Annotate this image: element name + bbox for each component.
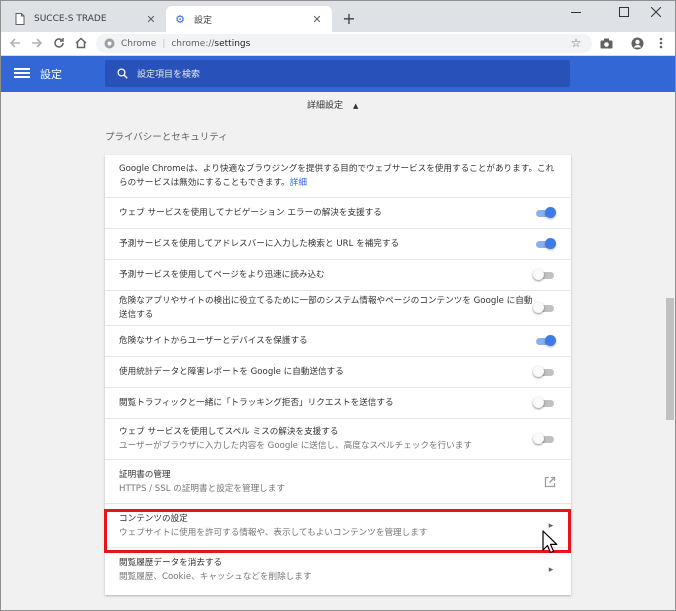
setting-description: ウェブサイトに使用を許可する情報や、表示してもよいコンテンツを管理します — [119, 527, 428, 538]
search-placeholder: 設定項目を検索 — [137, 70, 201, 80]
account-icon[interactable] — [628, 34, 646, 52]
url-text: chrome://settings — [171, 39, 250, 49]
page-title: 設定 — [40, 68, 62, 81]
toggle-switch[interactable] — [533, 301, 557, 315]
setting-label-block: ウェブ サービスを使用してスペル ミスの解決を支援する ユーザーがブラウザに入力… — [119, 425, 533, 453]
toggle-switch[interactable] — [533, 206, 557, 220]
intro-text: Google Chromeは、より快適なブラウジングを提供する目的でウェブサービ… — [119, 164, 555, 188]
toggle-switch[interactable] — [533, 237, 557, 251]
toggle-switch[interactable] — [533, 396, 557, 410]
home-icon[interactable] — [72, 34, 90, 52]
setting-row-usage-stats[interactable]: 使用統計データと障害レポートを Google に自動送信する — [105, 356, 571, 387]
back-arrow-icon[interactable] — [6, 34, 24, 52]
setting-row-spelling[interactable]: ウェブ サービスを使用してスペル ミスの解決を支援する ユーザーがブラウザに入力… — [105, 418, 571, 459]
setting-row-preload-pages[interactable]: 予測サービスを使用してページをより迅速に読み込む — [105, 259, 571, 290]
setting-label: 危険なアプリやサイトの検出に役立てるために一部のシステム情報やページのコンテンツ… — [119, 296, 533, 320]
setting-label: 使用統計データと障害レポートを Google に自動送信する — [119, 367, 344, 377]
window-close-button[interactable] — [636, 0, 676, 24]
setting-label: コンテンツの設定 — [119, 513, 188, 524]
tab-title: SUCCE-S TRADE — [34, 14, 107, 24]
url-path: settings — [214, 38, 251, 49]
setting-label-block: 証明書の管理 HTTPS / SSL の証明書と設定を管理します — [119, 468, 543, 496]
settings-content: 詳細設定 ▲ プライバシーとセキュリティ Google Chromeは、より快適な… — [0, 92, 662, 611]
setting-label: 閲覧履歴データを消去する — [119, 557, 223, 568]
setting-row-extended-reporting[interactable]: 危険なアプリやサイトの検出に役立てるために一部のシステム情報やページのコンテンツ… — [105, 290, 571, 325]
section-title-privacy: プライバシーとセキュリティ — [105, 132, 228, 143]
setting-row-clear-browsing-data[interactable]: 閲覧履歴データを消去する 閲覧履歴、Cookie、キャッシュなどを削除します ▸ — [105, 547, 571, 591]
setting-description: ユーザーがブラウザに入力した内容を Google に送信し、高度なスペルチェック… — [119, 441, 472, 451]
close-icon[interactable]: ✕ — [144, 12, 158, 26]
setting-description: 閲覧履歴、Cookie、キャッシュなどを削除します — [119, 571, 312, 582]
page-icon — [14, 13, 26, 25]
toggle-switch[interactable] — [533, 432, 557, 446]
search-icon — [115, 67, 129, 81]
tab-settings[interactable]: ⚙ 設定 ✕ — [166, 6, 332, 32]
setting-label-block: 閲覧履歴データを消去する 閲覧履歴、Cookie、キャッシュなどを削除します — [119, 556, 545, 584]
external-link-icon[interactable] — [543, 475, 557, 489]
intro-text-block: Google Chromeは、より快適なブラウジングを提供する目的でウェブサービ… — [119, 162, 557, 190]
site-chip: Chrome — [121, 38, 157, 49]
minimize-button[interactable] — [556, 0, 596, 24]
chrome-logo-icon — [104, 38, 115, 49]
setting-label: ウェブ サービスを使用してナビゲーション エラーの解決を支援する — [119, 208, 382, 218]
tab-title: 設定 — [194, 15, 213, 26]
setting-label: 予測サービスを使用してページをより迅速に読み込む — [119, 270, 325, 280]
settings-search-input[interactable]: 設定項目を検索 — [105, 60, 570, 87]
gear-icon: ⚙ — [175, 12, 185, 26]
toggle-switch[interactable] — [533, 268, 557, 282]
setting-label: 証明書の管理 — [119, 469, 171, 480]
reload-icon[interactable] — [50, 34, 68, 52]
setting-row-content-settings[interactable]: コンテンツの設定 ウェブサイトに使用を許可する情報や、表示してもよいコンテンツを… — [105, 503, 571, 547]
advanced-label: 詳細設定 — [307, 101, 344, 111]
chevron-right-icon: ▸ — [548, 564, 554, 575]
setting-label: 閲覧トラフィックと一緒に「トラッキング拒否」リクエストを送信する — [119, 398, 394, 408]
caret-up-icon: ▲ — [353, 102, 359, 110]
setting-row-search-predictions[interactable]: 予測サービスを使用してアドレスバーに入力した検索と URL を補完する — [105, 228, 571, 259]
tab-succe-s-trade[interactable]: SUCCE-S TRADE ✕ — [6, 6, 166, 32]
learn-more-link[interactable]: 詳細 — [290, 178, 307, 188]
address-bar[interactable]: Chrome | chrome://settings — [96, 34, 592, 53]
settings-header: 設定 設定項目を検索 — [0, 56, 676, 92]
setting-label: 危険なサイトからユーザーとデバイスを保護する — [119, 336, 308, 346]
privacy-card: Google Chromeは、より快適なブラウジングを提供する目的でウェブサービ… — [105, 155, 571, 595]
scrollbar-thumb[interactable] — [666, 298, 674, 420]
divider: | — [162, 38, 166, 49]
setting-row-safe-browsing[interactable]: 危険なサイトからユーザーとデバイスを保護する — [105, 325, 571, 356]
menu-kebab-icon[interactable] — [652, 34, 670, 52]
forward-arrow-icon[interactable] — [28, 34, 46, 52]
setting-label: 予測サービスを使用してアドレスバーに入力した検索と URL を補完する — [119, 239, 400, 249]
camera-icon[interactable] — [597, 34, 615, 52]
scrollbar[interactable] — [662, 92, 676, 611]
browser-toolbar: Chrome | chrome://settings ☆ — [0, 32, 676, 56]
mouse-cursor-icon — [542, 530, 558, 554]
setting-label: ウェブ サービスを使用してスペル ミスの解決を支援する — [119, 427, 339, 437]
tab-strip: SUCCE-S TRADE ✕ ⚙ 設定 ✕ + — [0, 0, 676, 32]
url-prefix: chrome:// — [171, 38, 215, 49]
chevron-right-icon: ▸ — [548, 520, 554, 531]
setting-description: HTTPS / SSL の証明書と設定を管理します — [119, 483, 285, 494]
privacy-intro: Google Chromeは、より快適なブラウジングを提供する目的でウェブサービ… — [105, 155, 571, 197]
toggle-switch[interactable] — [533, 334, 557, 348]
new-tab-button[interactable]: + — [340, 9, 358, 28]
star-icon[interactable]: ☆ — [567, 34, 585, 52]
toggle-switch[interactable] — [533, 365, 557, 379]
close-icon[interactable]: ✕ — [310, 12, 324, 26]
setting-row-navigation-errors[interactable]: ウェブ サービスを使用してナビゲーション エラーの解決を支援する — [105, 197, 571, 228]
setting-label-block: コンテンツの設定 ウェブサイトに使用を許可する情報や、表示してもよいコンテンツを… — [119, 512, 545, 540]
setting-row-certificates[interactable]: 証明書の管理 HTTPS / SSL の証明書と設定を管理します — [105, 459, 571, 503]
hamburger-menu-icon[interactable] — [14, 66, 30, 82]
setting-row-do-not-track[interactable]: 閲覧トラフィックと一緒に「トラッキング拒否」リクエストを送信する — [105, 387, 571, 418]
advanced-settings-toggle[interactable]: 詳細設定 ▲ — [307, 98, 358, 111]
